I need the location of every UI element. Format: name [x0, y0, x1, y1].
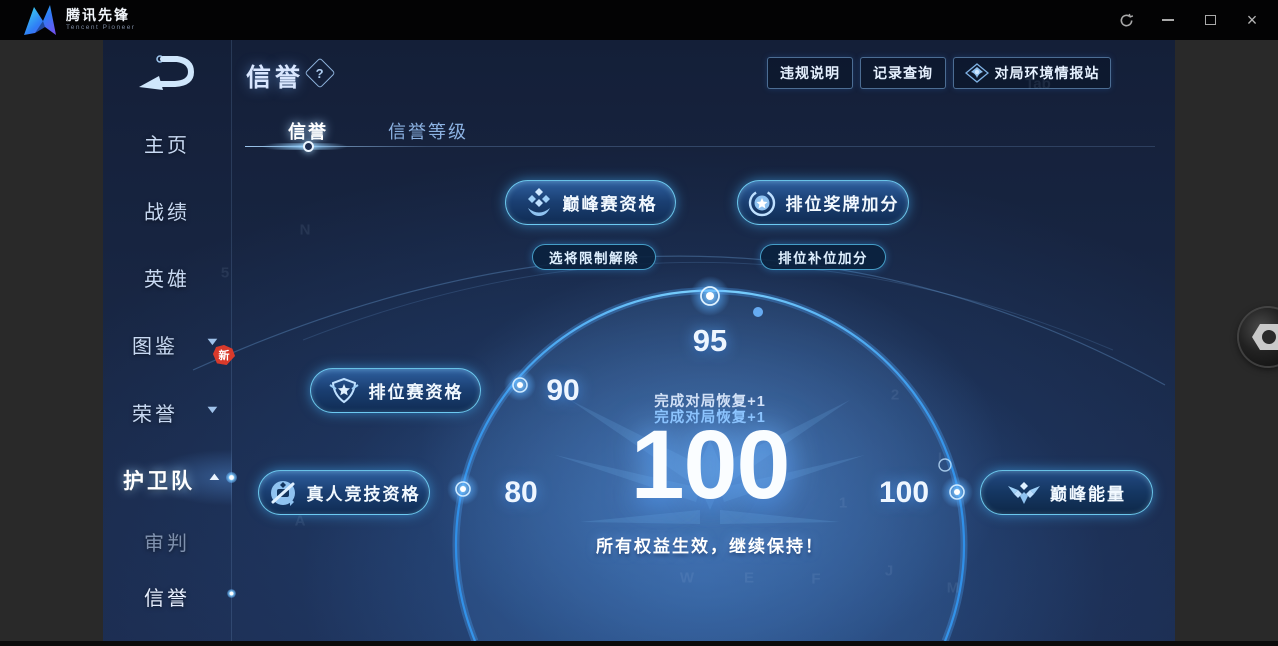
- app-subtitle: Tencent Pioneer: [66, 24, 136, 32]
- assistant-hex-dot: [1262, 330, 1276, 344]
- credit-score-value: 100: [630, 410, 791, 519]
- maximize-icon[interactable]: [1202, 12, 1218, 28]
- human-competition-eligibility-button[interactable]: 真人竞技资格: [258, 470, 430, 515]
- back-arrow-icon[interactable]: [133, 54, 195, 94]
- sidebar-item-credit[interactable]: 信誉: [103, 582, 231, 611]
- chevron-down-icon: ▼: [204, 404, 221, 416]
- gauge-marker-100: 100: [878, 476, 930, 509]
- no-bot-icon: [270, 480, 295, 506]
- match-env-intel-button[interactable]: 对局环境情报站: [953, 57, 1111, 89]
- sidebar-item-battle-record[interactable]: 战绩: [103, 196, 231, 225]
- peak-diamonds-icon: [527, 187, 550, 216]
- medal-star-icon: [748, 189, 775, 216]
- title-bar: 腾讯先锋 Tencent Pioneer ×: [0, 0, 1278, 40]
- app-window: 腾讯先锋 Tencent Pioneer × 主页 战绩 英雄 图鉴 ▼ 荣誉 …: [0, 0, 1278, 646]
- peak-energy-icon: [1008, 481, 1040, 504]
- peak-energy-button[interactable]: 巅峰能量: [980, 470, 1153, 515]
- window-controls: ×: [1118, 0, 1260, 40]
- sidebar-item-judgement[interactable]: 审判: [103, 527, 231, 556]
- gauge-marker-90: 90: [546, 374, 580, 407]
- close-icon[interactable]: ×: [1244, 11, 1260, 29]
- sidebar-credit-node: [227, 589, 236, 598]
- tab-underline: [245, 146, 1155, 147]
- refresh-icon[interactable]: [1118, 12, 1134, 28]
- gauge-status-text: 所有权益生效，继续保持！: [596, 537, 824, 556]
- shield-star-icon: [328, 377, 359, 403]
- ranked-match-eligibility-button[interactable]: 排位赛资格: [310, 368, 481, 413]
- minimize-icon[interactable]: [1160, 12, 1176, 28]
- tab-active-dot: [303, 141, 314, 152]
- sidebar-item-home[interactable]: 主页: [103, 129, 231, 158]
- sidebar-item-heroes[interactable]: 英雄: [103, 263, 231, 292]
- tab-credit-level[interactable]: 信誉等级: [388, 118, 468, 144]
- sidebar-active-node: [226, 472, 237, 483]
- game-viewport: 主页 战绩 英雄 图鉴 ▼ 荣誉 新 ▼ 护卫队 ▲ 审判 信誉 信誉 ? 违规…: [103, 40, 1175, 641]
- peak-match-eligibility-button[interactable]: 巅峰赛资格: [505, 180, 676, 225]
- app-name: 腾讯先锋: [66, 7, 130, 24]
- chevron-down-icon: ▼: [204, 336, 221, 348]
- rank-medal-bonus-button[interactable]: 排位奖牌加分: [737, 180, 909, 225]
- gauge-marker-95: 95: [692, 323, 728, 358]
- violation-info-button[interactable]: 违规说明: [767, 57, 853, 89]
- badge-wings-icon: [964, 63, 989, 83]
- chevron-up-icon: ▲: [206, 471, 223, 483]
- rank-fill-bonus-button[interactable]: 排位补位加分: [760, 244, 886, 270]
- gauge-marker-80: 80: [504, 476, 538, 509]
- app-logo: 腾讯先锋 Tencent Pioneer: [22, 3, 135, 37]
- sidebar-divider: [231, 40, 232, 641]
- floating-assistant-ball[interactable]: [1239, 308, 1278, 366]
- page-title: 信誉: [246, 64, 305, 92]
- tencent-pioneer-logo-icon: [24, 5, 56, 35]
- bottom-strip: [0, 641, 1278, 646]
- record-query-button[interactable]: 记录查询: [860, 57, 946, 89]
- hero-pick-limit-lifted-button[interactable]: 选将限制解除: [532, 244, 656, 270]
